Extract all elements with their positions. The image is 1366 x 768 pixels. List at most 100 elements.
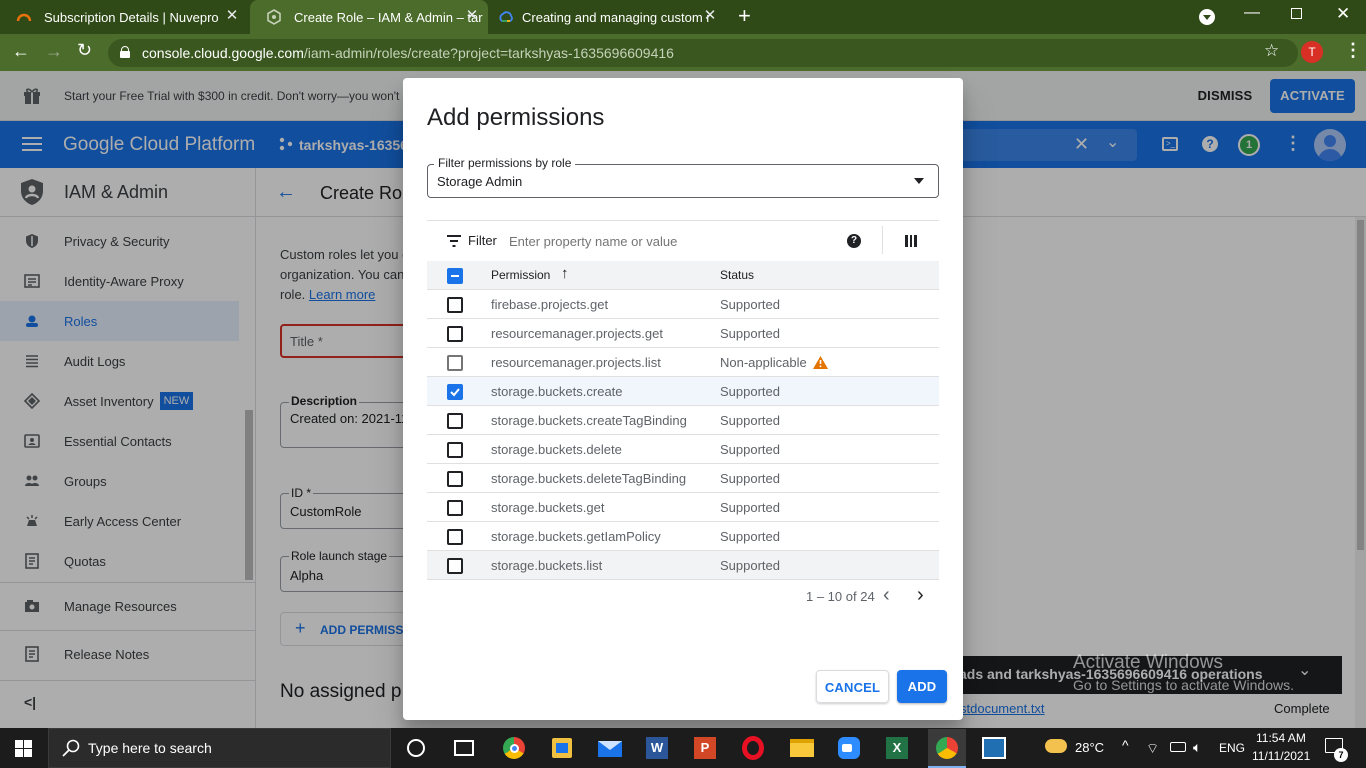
watermark-title: Activate Windows [1073,652,1223,673]
taskbar-search-placeholder: Type here to search [88,740,212,756]
active-chrome-slot[interactable] [928,729,966,768]
new-tab-icon[interactable]: + [738,5,758,27]
excel-icon[interactable]: X [886,737,908,759]
dropdown-arrow-icon[interactable] [914,178,924,184]
windows-start-icon[interactable] [15,740,32,757]
cortana-icon[interactable] [407,739,425,757]
permission-status: Supported [720,471,780,486]
tab-docs[interactable]: Creating and managing custom r ✕ [490,0,726,34]
permission-row[interactable]: storage.buckets.delete Supported [427,435,939,464]
status-text: Supported [720,471,780,486]
status-text: Supported [720,442,780,457]
row-checkbox[interactable] [447,471,463,487]
permission-status: Non-applicable [720,355,828,372]
clock-date[interactable]: 11/11/2021 [1252,749,1310,763]
gcp-hex-icon [267,9,281,25]
weather-icon[interactable] [1045,739,1067,753]
tab-subscription[interactable]: Subscription Details | Nuvepro ✕ [0,0,248,34]
permission-status: Supported [720,558,780,573]
tab-title: Creating and managing custom r [522,9,711,25]
maximize-icon[interactable] [1291,8,1302,19]
photos-icon[interactable] [982,737,1006,759]
battery-icon[interactable] [1170,742,1186,752]
chrome-icon [936,737,958,759]
col-permission-header[interactable]: Permission [491,268,550,282]
clock-time[interactable]: 11:54 AM [1256,731,1306,745]
filter-role-select[interactable]: Filter permissions by role Storage Admin [427,156,939,198]
close-icon[interactable]: ✕ [702,8,718,24]
filter-input[interactable] [509,231,809,251]
back-icon[interactable]: ← [12,41,30,62]
permission-status: Supported [720,413,780,428]
permission-row[interactable]: storage.buckets.deleteTagBinding Supporte… [427,464,939,493]
help-icon[interactable]: ? [847,234,861,248]
nuvepro-icon [16,13,32,22]
row-checkbox[interactable] [447,384,463,400]
sort-arrow-icon[interactable]: ↑ [561,265,569,282]
row-checkbox[interactable] [447,355,463,371]
tab-search-icon[interactable] [1199,9,1215,25]
lock-icon[interactable] [120,46,130,58]
reload-icon[interactable]: ↻ [77,40,92,61]
row-checkbox[interactable] [447,500,463,516]
mail-icon[interactable] [598,741,622,757]
permission-row[interactable]: storage.buckets.get Supported [427,493,939,522]
word-icon[interactable]: W [646,737,668,759]
permission-name: storage.buckets.list [491,558,603,573]
permission-row[interactable]: storage.buckets.list Supported [427,551,939,580]
permission-row[interactable]: storage.buckets.getIamPolicy Supported [427,522,939,551]
profile-avatar[interactable]: T [1301,41,1323,63]
volume-icon[interactable]: 🔈︎ [1193,739,1201,756]
row-checkbox[interactable] [447,413,463,429]
row-checkbox[interactable] [447,558,463,574]
chrome-icon[interactable] [503,737,525,759]
opera-icon[interactable] [742,736,764,760]
row-checkbox[interactable] [447,326,463,342]
close-window-icon[interactable]: ✕ [1336,4,1350,24]
browser-menu-icon[interactable]: ⋮ [1344,40,1362,61]
add-button[interactable]: ADD [897,670,947,703]
select-all-checkbox[interactable] [447,268,463,284]
column-display-icon[interactable] [905,235,917,247]
permission-row[interactable]: resourcemanager.projects.list Non-applica… [427,348,939,377]
permission-row[interactable]: firebase.projects.get Supported [427,290,939,319]
permission-status: Supported [720,442,780,457]
row-checkbox[interactable] [447,529,463,545]
permission-row[interactable]: storage.buckets.createTagBinding Supporte… [427,406,939,435]
status-text: Supported [720,384,780,399]
permission-status: Supported [720,529,780,544]
file-explorer-icon[interactable] [790,739,814,757]
tab-create-role[interactable]: Create Role – IAM & Admin – tar ✕ [250,0,488,34]
task-view-icon[interactable] [454,740,474,756]
powerpoint-icon[interactable]: P [694,737,716,759]
permission-name: storage.buckets.deleteTagBinding [491,471,687,486]
language-indicator[interactable]: ENG [1219,741,1245,755]
table-header: Permission ↑ Status [427,261,939,290]
forward-icon[interactable]: → [45,41,63,62]
status-text: Supported [720,500,780,515]
chevron-up-icon[interactable]: ^ [1122,737,1129,753]
temperature[interactable]: 28°C [1075,740,1104,755]
row-checkbox[interactable] [447,297,463,313]
row-checkbox[interactable] [447,442,463,458]
store-icon[interactable] [552,738,572,758]
prev-page-icon[interactable]: ‹ [883,584,890,607]
permission-row[interactable]: resourcemanager.projects.get Supported [427,319,939,348]
network-icon[interactable]: ⌔ [1146,740,1159,758]
next-page-icon[interactable]: › [917,584,924,607]
url-path: /iam-admin/roles/create?project=tarkshya… [303,45,674,61]
bookmark-star-icon[interactable]: ☆ [1264,41,1279,61]
minimize-icon[interactable]: — [1244,4,1260,22]
filter-label: Filter [468,233,497,248]
google-cloud-icon [499,11,513,22]
cancel-button[interactable]: CANCEL [816,670,889,703]
close-icon[interactable]: ✕ [224,8,240,24]
warning-icon[interactable] [812,356,828,372]
url-text[interactable]: console.cloud.google.com/iam-admin/roles… [142,45,674,61]
permission-name: firebase.projects.get [491,297,609,312]
permission-name: resourcemanager.projects.get [491,326,663,341]
permission-row[interactable]: storage.buckets.create Supported [427,377,939,406]
close-icon[interactable]: ✕ [464,8,480,24]
filter-icon[interactable] [447,235,461,247]
zoom-icon[interactable] [838,737,860,759]
